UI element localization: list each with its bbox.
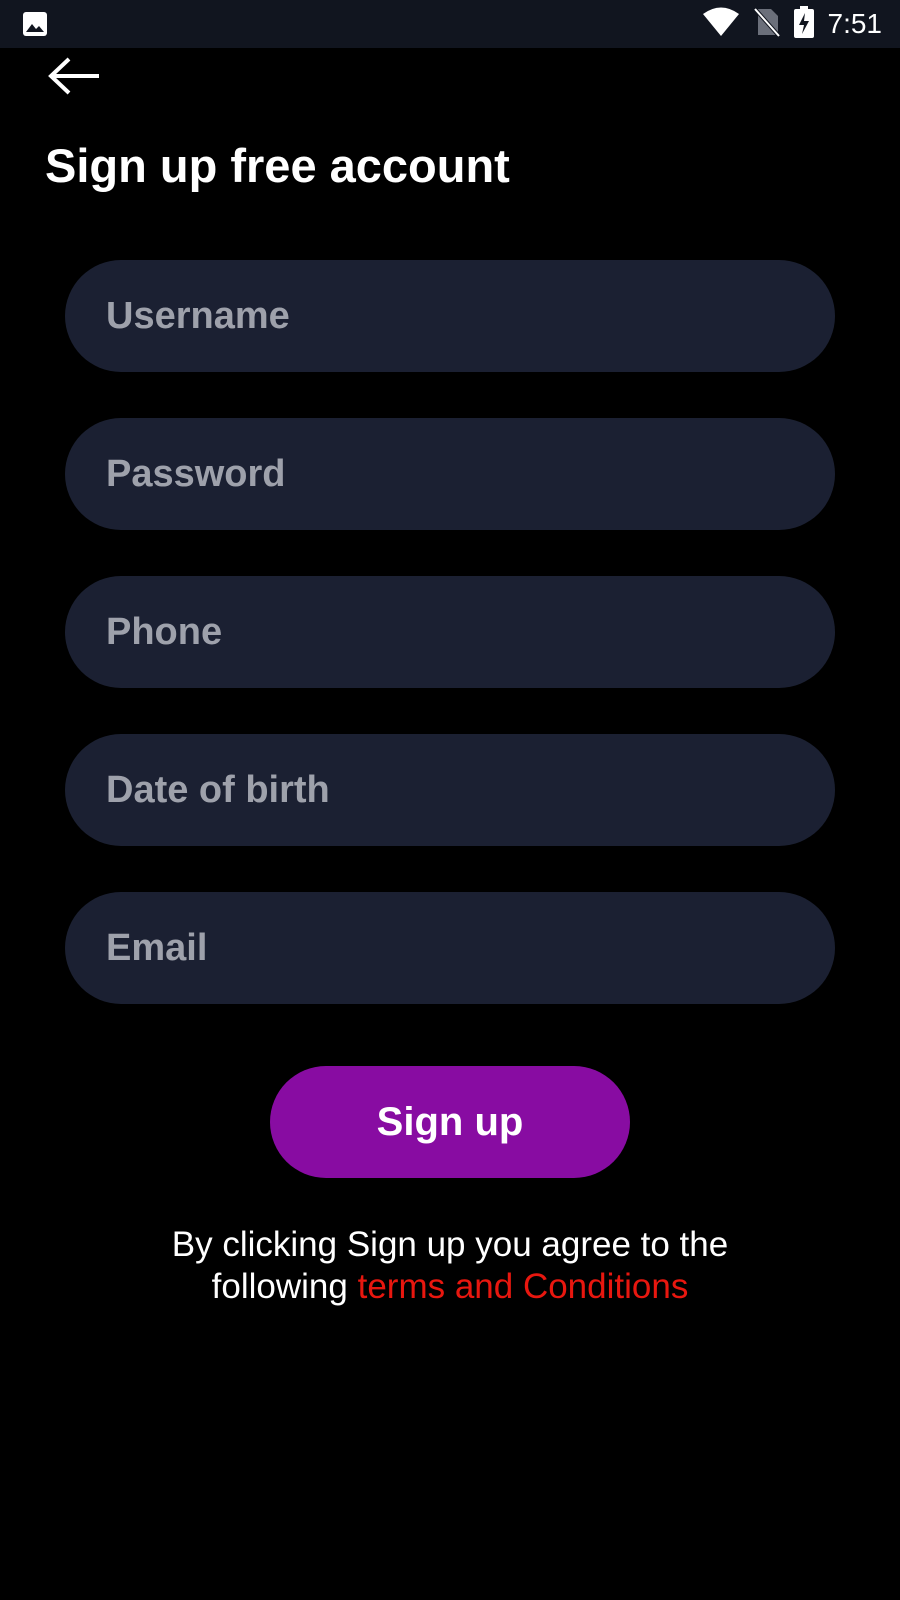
terms-notice: By clicking Sign up you agree to the fol…: [0, 1224, 900, 1308]
username-input[interactable]: [65, 260, 835, 372]
arrow-left-icon: [47, 56, 101, 101]
terms-link[interactable]: terms and Conditions: [358, 1267, 689, 1306]
image-icon: [22, 11, 48, 37]
email-input[interactable]: [65, 892, 835, 1004]
status-bar: 7:51: [0, 0, 900, 48]
wifi-icon: [702, 7, 740, 42]
phone-input[interactable]: [65, 576, 835, 688]
no-sim-icon: [753, 7, 780, 42]
date-of-birth-input[interactable]: [65, 734, 835, 846]
battery-charging-icon: [793, 5, 814, 43]
terms-line-2: following terms and Conditions: [0, 1266, 900, 1308]
status-right-group: 7:51: [702, 0, 883, 48]
signup-screen: 7:51 Sign up free account Sign up By cli…: [0, 0, 900, 1600]
page-title: Sign up free account: [45, 139, 510, 192]
terms-prefix: following: [211, 1267, 358, 1306]
password-input[interactable]: [65, 418, 835, 530]
terms-line-1: By clicking Sign up you agree to the: [171, 1225, 729, 1264]
signup-button[interactable]: Sign up: [270, 1066, 630, 1178]
back-button[interactable]: [46, 56, 102, 100]
status-time: 7:51: [827, 8, 883, 39]
